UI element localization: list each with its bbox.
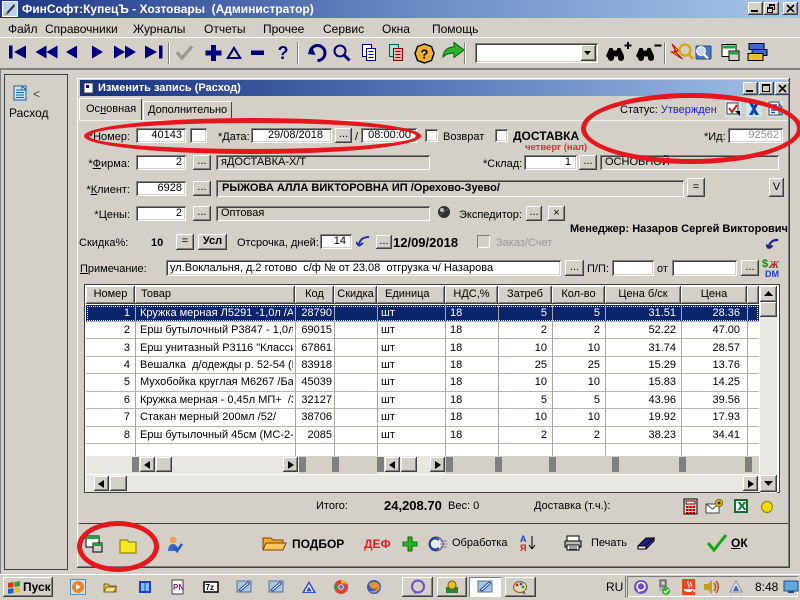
svg-text:?: ? [278, 43, 289, 63]
svg-text:?: ? [421, 47, 429, 62]
svg-text:7z: 7z [206, 583, 214, 592]
svg-text:Я: Я [520, 543, 526, 553]
svg-text:PN: PN [173, 583, 184, 592]
svg-text:DM: DM [765, 269, 779, 279]
